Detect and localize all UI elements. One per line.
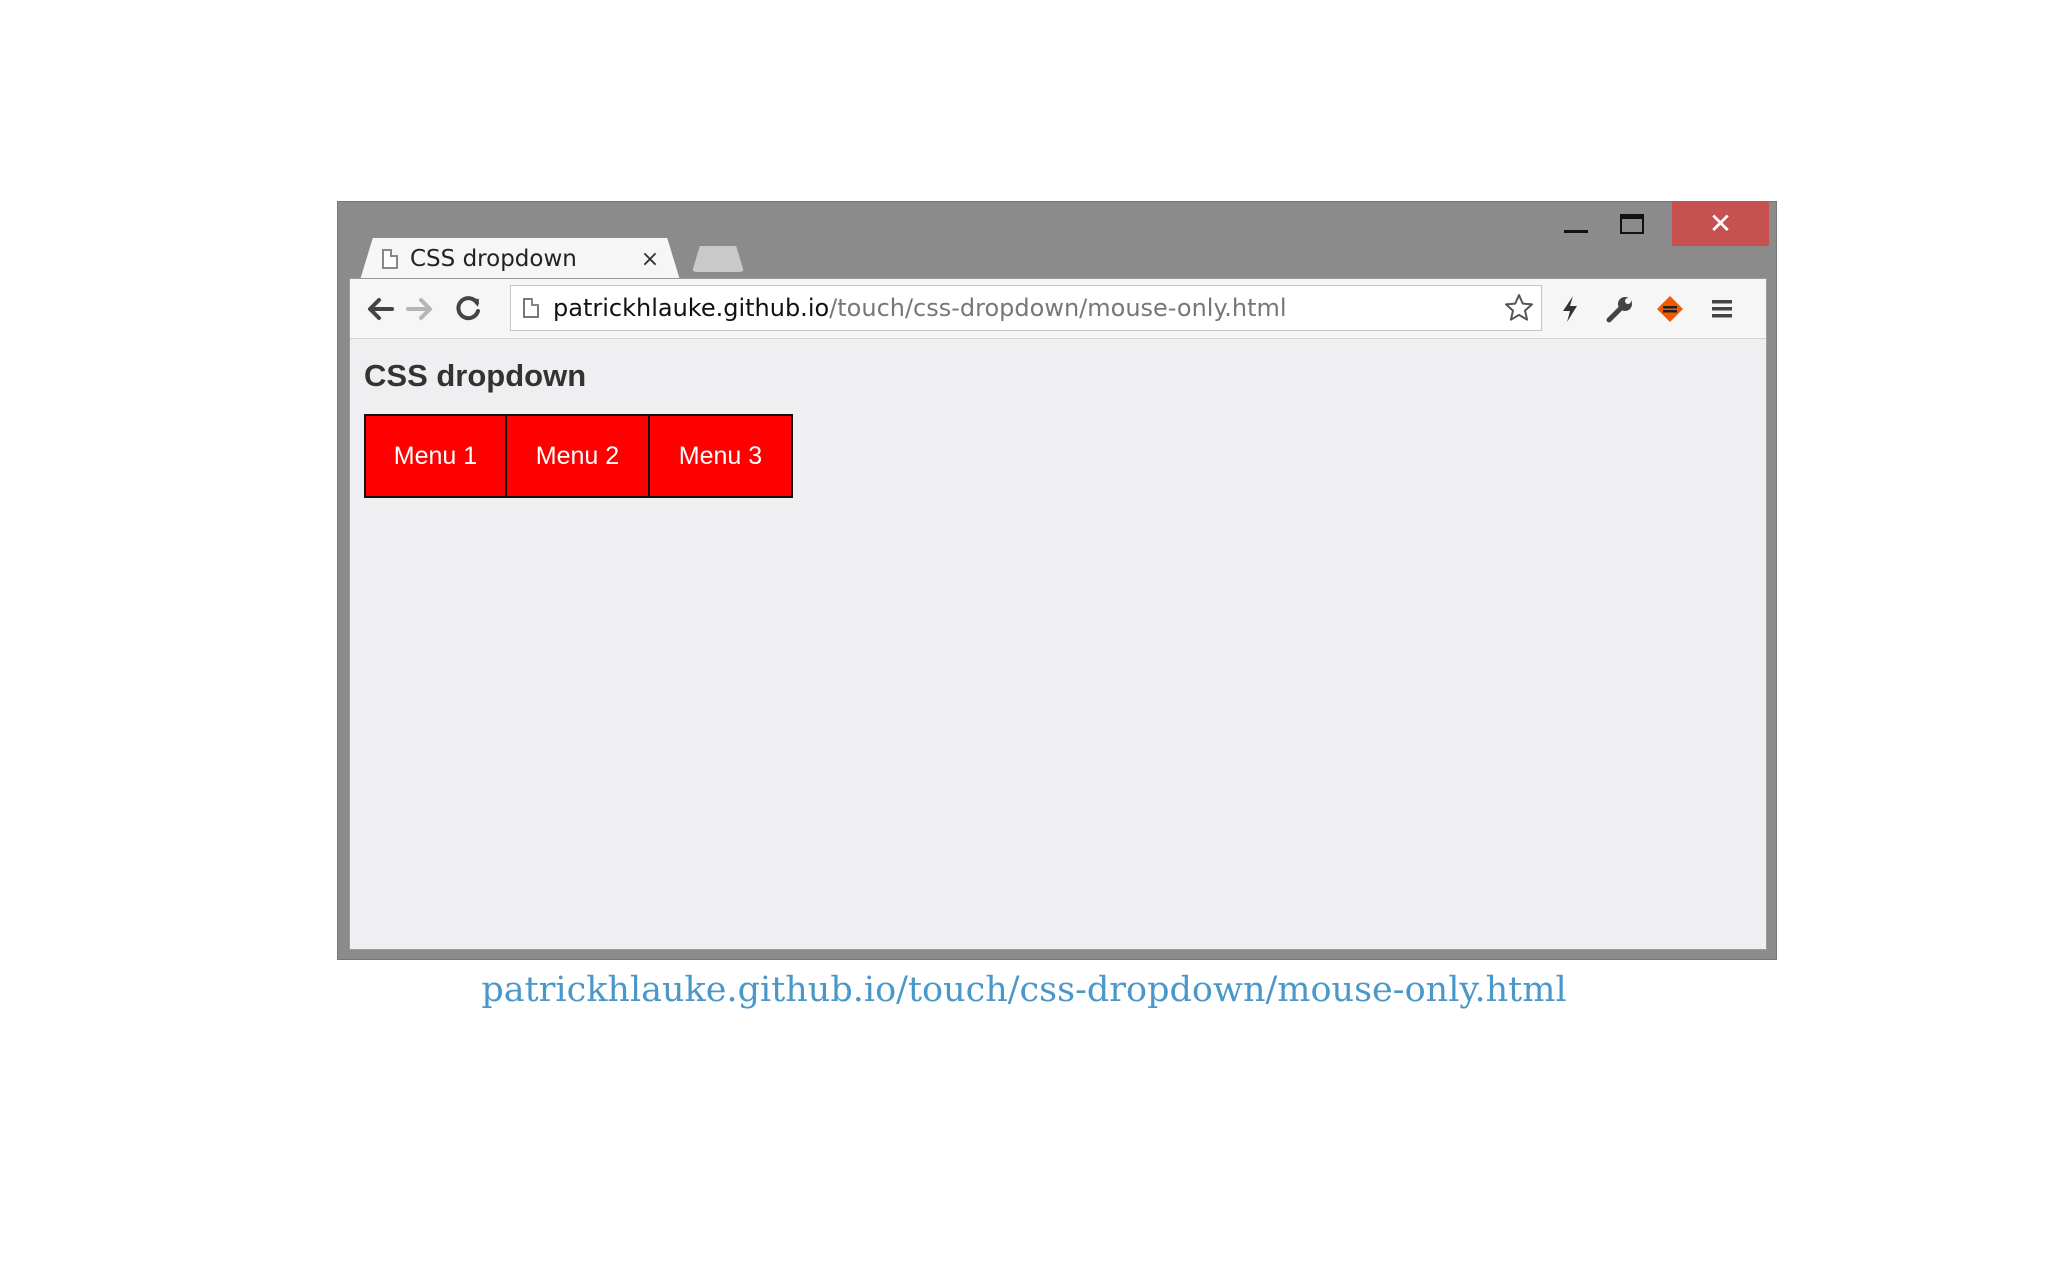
tab-title: CSS dropdown bbox=[410, 246, 577, 272]
minimize-button[interactable] bbox=[1548, 202, 1604, 246]
wrench-icon bbox=[1606, 297, 1632, 323]
extension-lightning-button[interactable] bbox=[1550, 291, 1590, 327]
browser-window: ✕ CSS dropdown × patrickhlauke.github.io… bbox=[337, 201, 1777, 960]
url-host: patrickhlauke.github.io bbox=[553, 294, 830, 322]
page-heading: CSS dropdown bbox=[364, 358, 587, 393]
menu-item-3[interactable]: Menu 3 bbox=[650, 414, 793, 498]
menu-item-label: Menu 1 bbox=[393, 441, 478, 470]
caption-link[interactable]: patrickhlauke.github.io/touch/css-dropdo… bbox=[0, 970, 2048, 1010]
lightning-icon bbox=[1563, 296, 1577, 322]
menu-item-2[interactable]: Menu 2 bbox=[507, 414, 650, 498]
back-button[interactable] bbox=[362, 291, 398, 327]
page-icon bbox=[382, 249, 398, 269]
tab-active[interactable]: CSS dropdown × bbox=[382, 238, 662, 280]
bookmark-button[interactable] bbox=[1497, 286, 1541, 330]
maximize-icon bbox=[1620, 214, 1644, 234]
close-icon: ✕ bbox=[1708, 207, 1733, 240]
star-icon bbox=[1505, 294, 1533, 321]
menu-icon bbox=[1712, 300, 1732, 318]
title-bar: ✕ CSS dropdown × bbox=[338, 202, 1776, 280]
new-tab-button[interactable] bbox=[692, 246, 744, 272]
menu-item-label: Menu 2 bbox=[535, 441, 620, 470]
maximize-button[interactable] bbox=[1604, 202, 1660, 246]
reload-icon bbox=[456, 296, 480, 321]
slide: ✕ CSS dropdown × patrickhlauke.github.io… bbox=[0, 0, 2048, 1280]
page-content: CSS dropdown Menu 1 Menu 2 Menu 3 bbox=[350, 340, 1766, 950]
menu-item-1[interactable]: Menu 1 bbox=[364, 414, 507, 498]
browser-menu-button[interactable] bbox=[1702, 291, 1742, 327]
reload-button[interactable] bbox=[450, 291, 486, 327]
dropdown-menu-bar: Menu 1 Menu 2 Menu 3 bbox=[364, 414, 793, 498]
back-arrow-icon bbox=[368, 298, 394, 320]
url-text[interactable]: patrickhlauke.github.io/touch/css-dropdo… bbox=[553, 294, 1497, 322]
forward-arrow-icon bbox=[406, 298, 432, 320]
url-path: /touch/css-dropdown/mouse-only.html bbox=[829, 294, 1287, 322]
close-window-button[interactable]: ✕ bbox=[1672, 202, 1769, 246]
forward-button[interactable] bbox=[402, 291, 438, 327]
menu-item-label: Menu 3 bbox=[678, 441, 763, 470]
browser-viewport: patrickhlauke.github.io/touch/css-dropdo… bbox=[349, 278, 1767, 950]
browser-toolbar: patrickhlauke.github.io/touch/css-dropdo… bbox=[350, 279, 1766, 339]
address-bar[interactable]: patrickhlauke.github.io/touch/css-dropdo… bbox=[510, 285, 1542, 331]
extension-icon bbox=[1657, 296, 1683, 322]
extension-orange-button[interactable] bbox=[1650, 291, 1690, 327]
extension-wrench-button[interactable] bbox=[1600, 291, 1640, 327]
tab-close-icon[interactable]: × bbox=[638, 247, 662, 272]
page-icon bbox=[523, 298, 539, 318]
minimize-icon bbox=[1564, 229, 1588, 233]
